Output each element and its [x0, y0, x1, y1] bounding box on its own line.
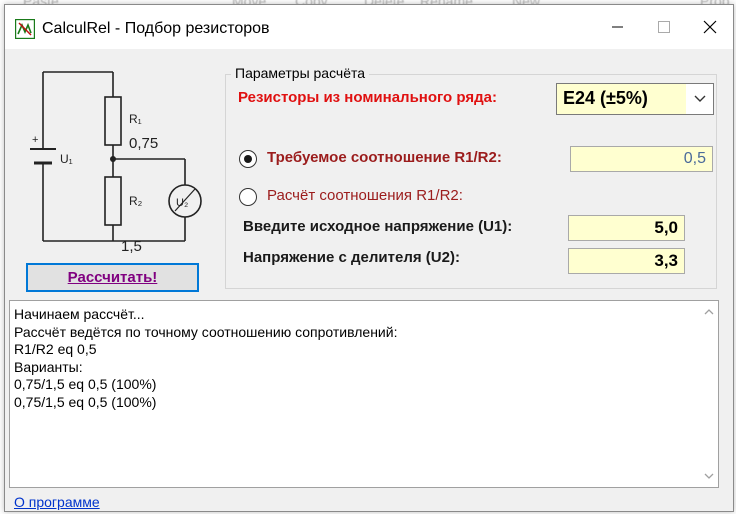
scroll-up-icon[interactable]	[704, 307, 714, 317]
u2-input[interactable]: 3,3	[568, 248, 685, 274]
params-group-title: Параметры расчёта	[231, 65, 370, 81]
u2-label: U₂	[176, 197, 188, 209]
resistor-divider-app-icon	[15, 19, 35, 39]
u1-label: U₁	[60, 152, 73, 166]
r2-value: 1,5	[121, 238, 142, 255]
series-label: Резисторы из номинального ряда:	[238, 89, 497, 106]
chevron-down-icon	[694, 95, 705, 102]
maximize-icon	[658, 21, 670, 33]
log-line: R1/R2 eq 0,5	[14, 341, 97, 357]
divider-schematic: + U₁ R₁ 0,75 R₂ 1,5 U₂	[30, 71, 202, 255]
r2-label: R₂	[129, 194, 143, 208]
scroll-down-icon[interactable]	[704, 471, 714, 481]
log-line: 0,75/1,5 eq 0,5 (100%)	[14, 393, 157, 410]
client-area: + U₁ R₁ 0,75 R₂ 1,5 U₂ Рассчитать! Парам…	[5, 49, 733, 511]
u2-field-label: Напряжение с делителя (U2):	[243, 249, 460, 266]
log-line: Варианты:	[14, 358, 83, 375]
r1-value: 0,75	[129, 135, 158, 152]
log-text: Начинаем рассчёт... Рассчёт ведётся по то…	[14, 306, 397, 411]
calculate-button[interactable]: Рассчитать!	[26, 263, 199, 292]
close-button[interactable]	[687, 5, 733, 49]
log-line: Начинаем рассчёт...	[14, 306, 145, 322]
u1-field-label: Введите исходное напряжение (U1):	[243, 218, 513, 235]
radio-calc-ratio[interactable]	[239, 188, 257, 206]
maximize-button[interactable]	[641, 5, 687, 49]
r1-label: R₁	[129, 112, 142, 126]
close-icon	[703, 20, 717, 34]
minimize-button[interactable]	[595, 5, 641, 49]
radio-required-ratio[interactable]	[239, 150, 257, 168]
series-select-value: E24 (±5%)	[563, 88, 648, 108]
title-bar[interactable]: CalculRel - Подбор резисторов	[5, 5, 733, 49]
series-select[interactable]: E24 (±5%)	[556, 83, 714, 115]
minimize-icon	[612, 26, 623, 28]
junction-dot	[110, 156, 116, 162]
series-dropdown-button[interactable]	[686, 84, 713, 114]
radio-required-ratio-label[interactable]: Требуемое соотношение R1/R2:	[267, 149, 502, 166]
log-scrollbar[interactable]	[700, 301, 718, 487]
log-line: 0,75/1,5 eq 0,5 (100%)	[14, 376, 157, 392]
about-link[interactable]: О программе	[14, 494, 100, 510]
radio-calc-ratio-label[interactable]: Расчёт соотношения R1/R2:	[267, 187, 463, 204]
u1-input[interactable]: 5,0	[568, 215, 685, 241]
battery-plus-label: +	[32, 134, 38, 146]
required-ratio-field[interactable]: 0,5	[570, 146, 713, 172]
log-line: Рассчёт ведётся по точному соотношению с…	[14, 323, 398, 340]
log-textarea[interactable]: Начинаем рассчёт... Рассчёт ведётся по то…	[9, 300, 719, 488]
app-window: CalculRel - Подбор резисторов + U₁ R₁ 0,…	[4, 4, 734, 512]
window-title: CalculRel - Подбор резисторов	[42, 20, 270, 37]
